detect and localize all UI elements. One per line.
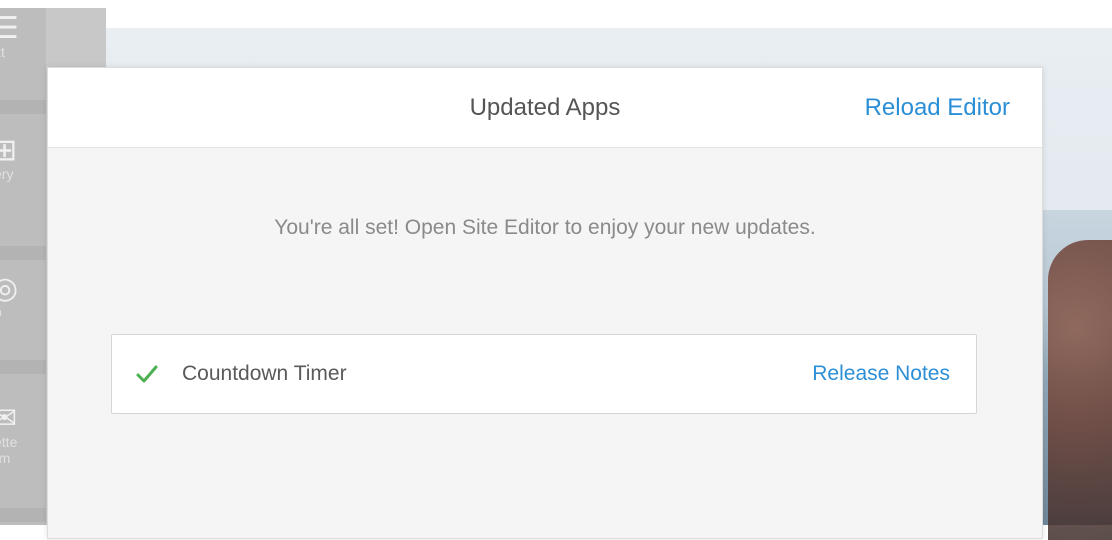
rail-item-newsletter[interactable]: ✉ ette rm (0, 404, 46, 466)
rail-separator (0, 100, 46, 114)
text-icon: ☰ (0, 14, 19, 45)
rail-separator (0, 360, 46, 374)
preview-figure (1048, 240, 1112, 540)
site-preview-image (1040, 210, 1112, 540)
rail-item-gallery[interactable]: ⊞ ery (0, 136, 46, 182)
dialog-header: Updated Apps Reload Editor (48, 68, 1042, 148)
map-icon: ◎ (0, 274, 19, 305)
rail-item-text[interactable]: ☰ xt (0, 14, 46, 60)
newsletter-icon: ✉ (0, 404, 18, 435)
app-update-row: Countdown Timer Release Notes (111, 334, 977, 414)
check-icon (136, 365, 158, 383)
rail-item-map[interactable]: ◎ p (0, 274, 46, 320)
rail-separator (0, 246, 46, 260)
gallery-icon: ⊞ (0, 136, 18, 167)
reload-editor-link[interactable]: Reload Editor (865, 68, 1010, 148)
updated-apps-dialog: Updated Apps Reload Editor You're all se… (47, 67, 1043, 539)
release-notes-link[interactable]: Release Notes (812, 335, 950, 413)
app-name: Countdown Timer (182, 362, 347, 385)
rail-separator (0, 508, 46, 522)
status-message: You're all set! Open Site Editor to enjo… (274, 216, 816, 239)
